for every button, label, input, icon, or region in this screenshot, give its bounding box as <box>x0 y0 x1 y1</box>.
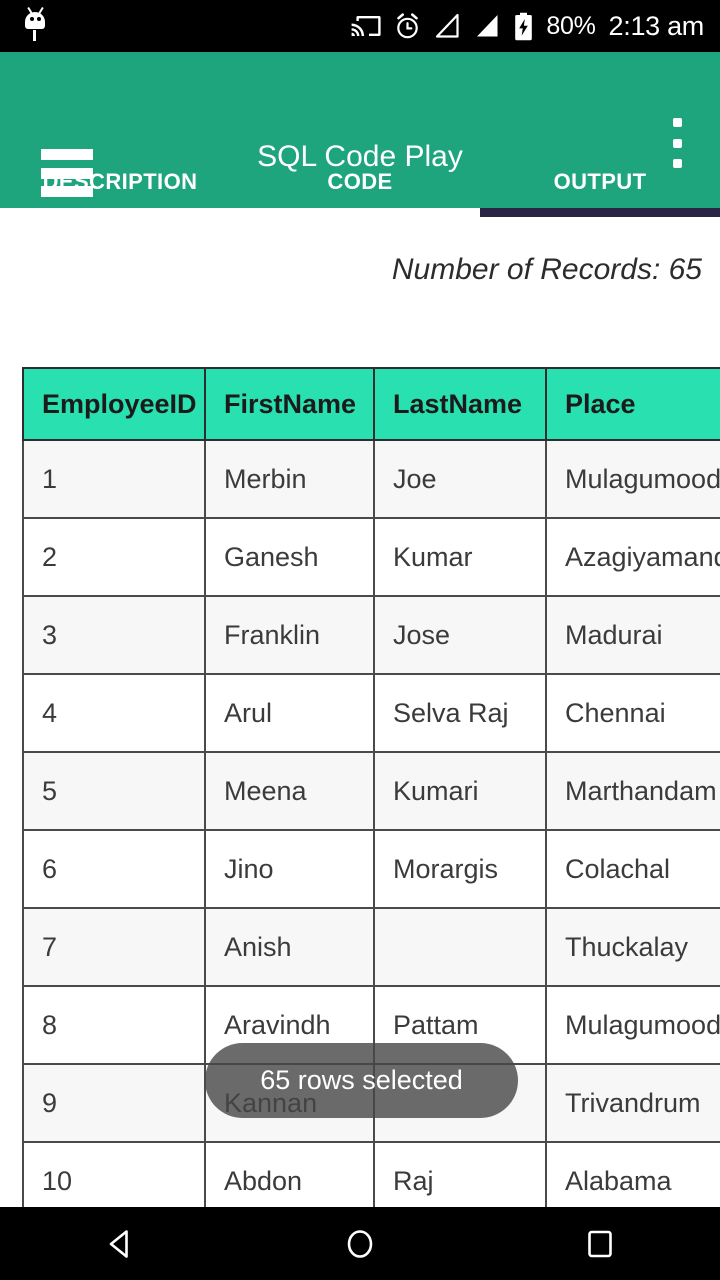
table-row[interactable]: 7 Anish Thuckalay <box>22 907 720 987</box>
status-icons-group: 80% 2:13 am <box>351 11 720 42</box>
cell-lastname: Selva Raj <box>373 673 547 753</box>
alarm-icon <box>397 12 419 38</box>
cell-place: Marthandam <box>545 751 720 831</box>
cell-employeeid: 8 <box>22 985 206 1065</box>
android-droid-icon <box>20 7 50 42</box>
recents-icon <box>588 1230 612 1257</box>
tab-description[interactable]: DESCRIPTION <box>0 156 240 208</box>
signal-empty-icon <box>436 13 459 38</box>
cell-employeeid: 10 <box>22 1141 206 1207</box>
cell-employeeid: 6 <box>22 829 206 909</box>
cell-place: Azagiyamandapam <box>545 517 720 597</box>
home-icon <box>347 1229 373 1258</box>
home-button[interactable] <box>240 1225 480 1263</box>
cell-employeeid: 9 <box>22 1063 206 1143</box>
cell-employeeid: 2 <box>22 517 206 597</box>
cell-firstname: Franklin <box>204 595 375 675</box>
phone-screen: 80% 2:13 am SQL Code Play DESCRIPTION CO… <box>0 0 720 1280</box>
table-row[interactable]: 1 Merbin Joe Mulagumoodu <box>22 439 720 519</box>
cell-place: Colachal <box>545 829 720 909</box>
cell-employeeid: 5 <box>22 751 206 831</box>
cell-lastname: Kumari <box>373 751 547 831</box>
status-bar: 80% 2:13 am <box>0 0 720 52</box>
table-row[interactable]: 3 Franklin Jose Madurai <box>22 595 720 675</box>
cell-employeeid: 7 <box>22 907 206 987</box>
system-navigation-bar <box>0 1207 720 1280</box>
cell-employeeid: 3 <box>22 595 206 675</box>
record-count-label: Number of Records: 65 <box>391 253 702 286</box>
cast-icon <box>351 16 381 36</box>
cell-lastname: Jose <box>373 595 547 675</box>
table-row[interactable]: 5 Meena Kumari Marthandam <box>22 751 720 831</box>
table-row[interactable]: 2 Ganesh Kumar Azagiyamandapam <box>22 517 720 597</box>
cell-employeeid: 4 <box>22 673 206 753</box>
status-clock: 2:13 am <box>608 10 705 41</box>
tab-selected-indicator <box>480 208 720 217</box>
table-row[interactable]: 6 Jino Morargis Colachal <box>22 829 720 909</box>
cell-firstname: Jino <box>204 829 375 909</box>
cell-place: Madurai <box>545 595 720 675</box>
cell-firstname: Meena <box>204 751 375 831</box>
cell-firstname: Abdon <box>204 1141 375 1207</box>
cell-place: Mulagumoodu <box>545 985 720 1065</box>
table-row[interactable]: 4 Arul Selva Raj Chennai <box>22 673 720 753</box>
table-header-row: EmployeeID FirstName LastName Place <box>22 367 720 441</box>
toast-message: 65 rows selected <box>260 1065 463 1095</box>
tab-bar: DESCRIPTION CODE OUTPUT <box>0 156 720 208</box>
cell-lastname: Kumar <box>373 517 547 597</box>
cell-lastname: Raj <box>373 1141 547 1207</box>
table-row[interactable]: 10 Abdon Raj Alabama <box>22 1141 720 1207</box>
column-header-firstname[interactable]: FirstName <box>204 367 375 441</box>
back-button[interactable] <box>0 1225 240 1263</box>
cell-employeeid: 1 <box>22 439 206 519</box>
column-header-lastname[interactable]: LastName <box>373 367 547 441</box>
column-header-employeeid[interactable]: EmployeeID <box>22 367 206 441</box>
battery-charging-icon <box>515 12 533 40</box>
back-icon <box>109 1229 128 1258</box>
cell-firstname: Ganesh <box>204 517 375 597</box>
column-header-place[interactable]: Place <box>545 367 720 441</box>
cell-firstname: Anish <box>204 907 375 987</box>
recents-button[interactable] <box>480 1225 720 1263</box>
toast-notification: 65 rows selected <box>205 1043 518 1118</box>
cell-firstname: Arul <box>204 673 375 753</box>
cell-lastname: Joe <box>373 439 547 519</box>
cell-lastname: Morargis <box>373 829 547 909</box>
cell-lastname <box>373 907 547 987</box>
signal-full-icon <box>477 15 498 37</box>
cell-place: Alabama <box>545 1141 720 1207</box>
battery-percent-label: 80% <box>546 11 596 40</box>
cell-place: Trivandrum <box>545 1063 720 1143</box>
cell-place: Thuckalay <box>545 907 720 987</box>
tab-output[interactable]: OUTPUT <box>480 156 720 208</box>
cell-place: Mulagumoodu <box>545 439 720 519</box>
cell-firstname: Merbin <box>204 439 375 519</box>
tab-code[interactable]: CODE <box>240 156 480 208</box>
cell-place: Chennai <box>545 673 720 753</box>
